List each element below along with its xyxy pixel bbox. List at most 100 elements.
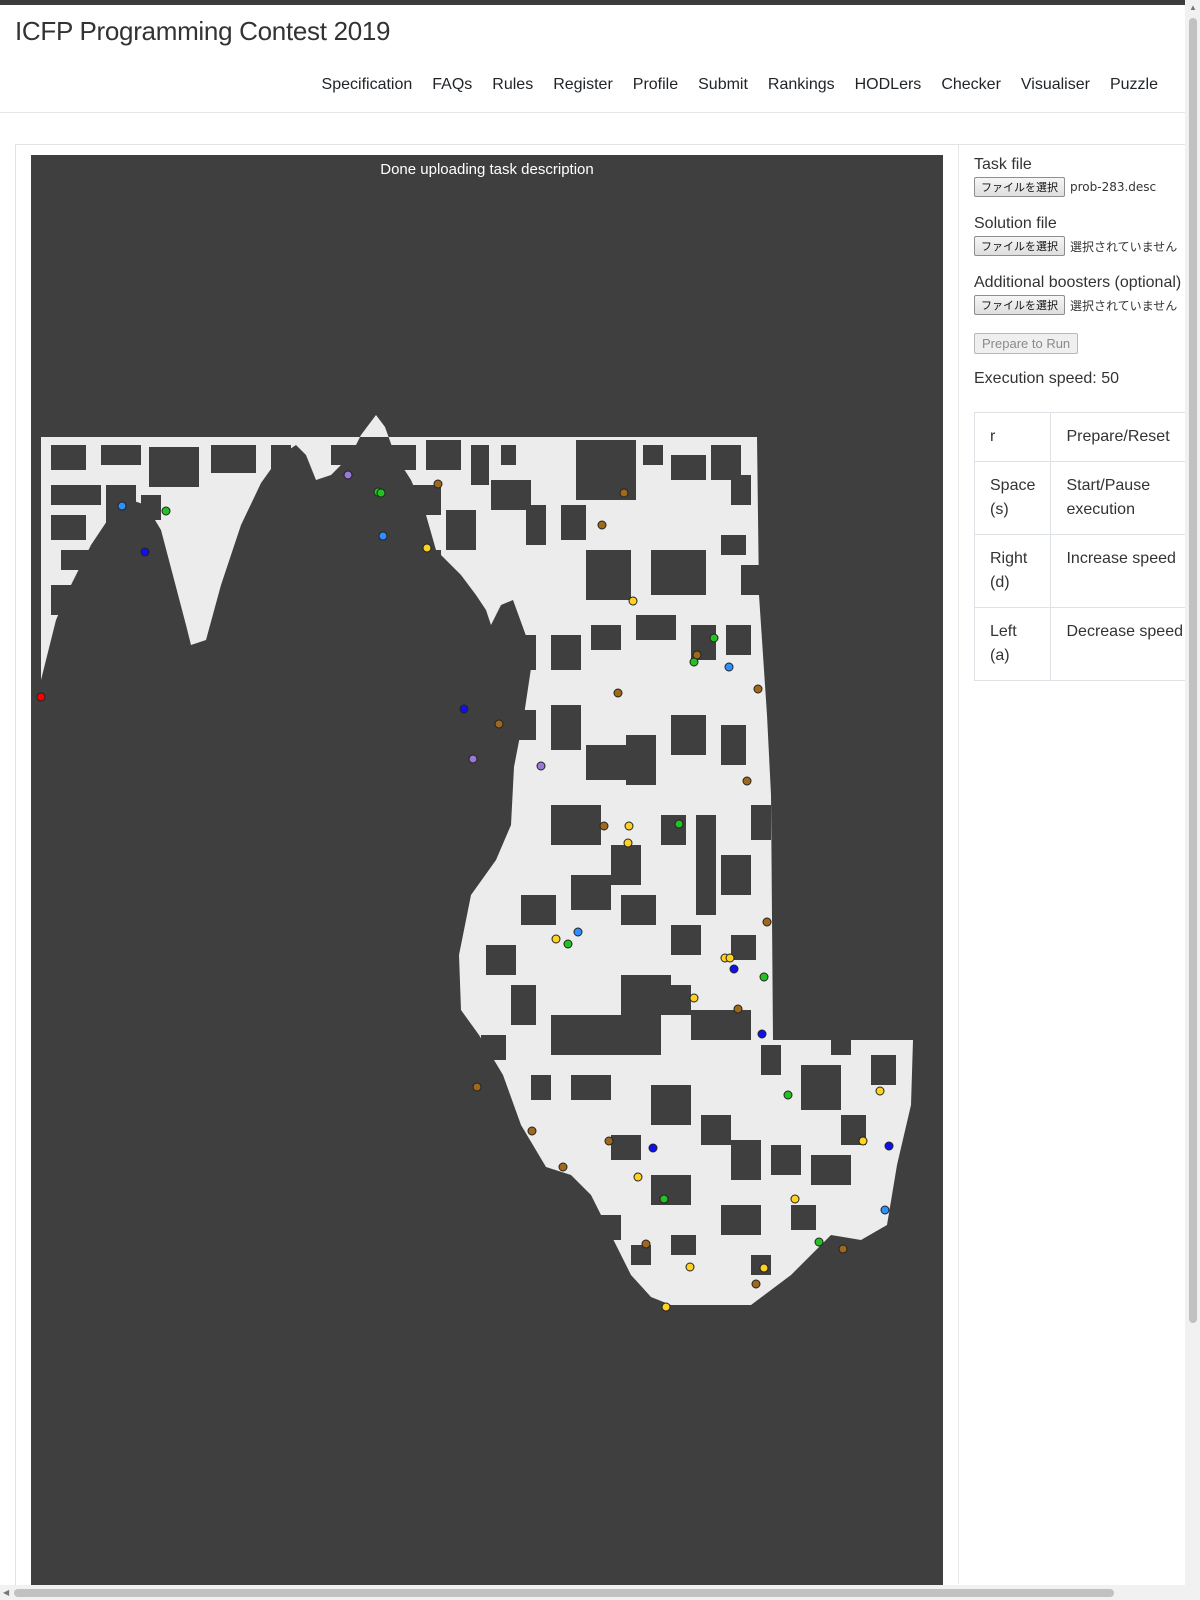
manipulator-booster [551, 934, 561, 944]
vertical-scrollbar[interactable]: ▲ [1185, 0, 1200, 1600]
drill-booster [709, 633, 719, 643]
fast-wheels-booster [604, 1136, 614, 1146]
solution-file-name: 選択されていません [1070, 239, 1178, 254]
manipulator-booster [628, 596, 638, 606]
boosters-file-input: ファイルを選択 選択されていません [974, 295, 1200, 315]
table-row: Left (a) Decrease speed [973, 607, 1200, 681]
shortcut-action: Prepare/Reset [1050, 412, 1200, 462]
obstacle [701, 1115, 731, 1145]
clone-booster [140, 547, 150, 557]
obstacle [871, 1055, 896, 1085]
map-canvas[interactable] [31, 155, 943, 1585]
visualiser-canvas-panel[interactable]: Done uploading task description [31, 155, 943, 1585]
obstacle [591, 625, 621, 650]
obstacle [636, 615, 676, 640]
fast-wheels-booster [619, 488, 629, 498]
fast-wheels-booster [641, 1239, 651, 1249]
obstacle [643, 445, 663, 465]
solution-file-input: ファイルを選択 選択されていません [974, 236, 1200, 256]
horizontal-scrollbar[interactable]: ◀ [0, 1585, 1185, 1600]
drill-booster [161, 506, 171, 516]
obstacle [791, 1205, 816, 1230]
fast-wheels-booster [494, 719, 504, 729]
nav-visualiser[interactable]: Visualiser [1021, 76, 1090, 94]
status-message: Done uploading task description [380, 161, 594, 178]
obstacle [471, 445, 489, 485]
obstacle [671, 715, 706, 755]
obstacle [591, 1215, 621, 1240]
fast-wheels-booster [527, 1126, 537, 1136]
shortcut-action: Decrease speed [1050, 607, 1200, 681]
obstacle [426, 440, 461, 470]
horizontal-scroll-thumb[interactable] [14, 1589, 1114, 1597]
manipulator-booster [858, 1136, 868, 1146]
clone-booster [459, 704, 469, 714]
obstacle [361, 450, 379, 490]
obstacle [771, 1145, 801, 1175]
boosters-file-choose-button[interactable]: ファイルを選択 [974, 295, 1065, 315]
obstacle [561, 505, 586, 540]
obstacle [691, 1010, 751, 1040]
sidebar-divider [958, 144, 959, 1584]
task-file-label: Task file [974, 156, 1032, 173]
obstacle [501, 710, 536, 740]
nav-profile[interactable]: Profile [633, 76, 678, 94]
task-file-name: prob-283.desc [1070, 180, 1157, 194]
nav-faqs[interactable]: FAQs [432, 76, 472, 94]
clone-booster [729, 964, 739, 974]
obstacle [481, 1035, 506, 1060]
task-file-choose-button[interactable]: ファイルを選択 [974, 177, 1065, 197]
keyboard-shortcuts-table: r Prepare/Reset Space (s) Start/Pause ex… [973, 412, 1200, 681]
obstacle [721, 535, 746, 555]
obstacle [811, 1155, 851, 1185]
obstacle [149, 447, 199, 487]
obstacle [751, 805, 771, 840]
task-file-input: ファイルを選択 prob-283.desc [974, 177, 1200, 197]
nav-puzzle[interactable]: Puzzle [1110, 76, 1158, 94]
nav-checker[interactable]: Checker [941, 76, 1001, 94]
fast-wheels-booster [597, 520, 607, 530]
obstacle [51, 485, 101, 505]
obstacle [401, 485, 441, 515]
obstacle [671, 925, 701, 955]
nav-register[interactable]: Register [553, 76, 613, 94]
fast-wheels-booster [733, 1004, 743, 1014]
site-title[interactable]: ICFP Programming Contest 2019 [15, 16, 391, 47]
obstacle [551, 635, 581, 670]
obstacle [741, 565, 761, 595]
obstacle [51, 585, 71, 615]
nav-rules[interactable]: Rules [492, 76, 533, 94]
obstacle [721, 855, 751, 895]
solution-file-choose-button[interactable]: ファイルを選択 [974, 236, 1065, 256]
nav-submit[interactable]: Submit [698, 76, 748, 94]
table-row: Right (d) Increase speed [973, 534, 1200, 608]
scroll-left-icon[interactable]: ◀ [3, 1588, 9, 1597]
obstacle [51, 445, 86, 470]
obstacle [611, 1135, 641, 1160]
nav-hodlers[interactable]: HODLers [855, 76, 922, 94]
prepare-to-run-button[interactable]: Prepare to Run [974, 333, 1079, 354]
obstacle [526, 505, 546, 545]
drill-booster [674, 819, 684, 829]
drill-booster [659, 1194, 669, 1204]
nav-rankings[interactable]: Rankings [768, 76, 835, 94]
obstacle [801, 1065, 841, 1110]
nav-specification[interactable]: Specification [322, 76, 413, 94]
scroll-up-icon[interactable]: ▲ [1189, 3, 1197, 12]
manipulator-booster [624, 821, 634, 831]
vertical-scroll-thumb[interactable] [1189, 18, 1197, 1323]
shortcut-action: Increase speed [1050, 534, 1200, 608]
obstacle [731, 475, 751, 505]
clone-booster [884, 1141, 894, 1151]
boosters-file-label: Additional boosters (optional) [974, 274, 1182, 291]
shortcut-key: Space (s) [973, 461, 1052, 535]
obstacle [551, 1195, 571, 1220]
obstacle [491, 480, 531, 510]
spawn-point [468, 754, 478, 764]
teleport-booster [724, 662, 734, 672]
obstacle [101, 445, 141, 465]
drill-booster [783, 1090, 793, 1100]
drill-booster [689, 657, 699, 667]
obstacle [501, 445, 516, 465]
teleport-booster [117, 501, 127, 511]
